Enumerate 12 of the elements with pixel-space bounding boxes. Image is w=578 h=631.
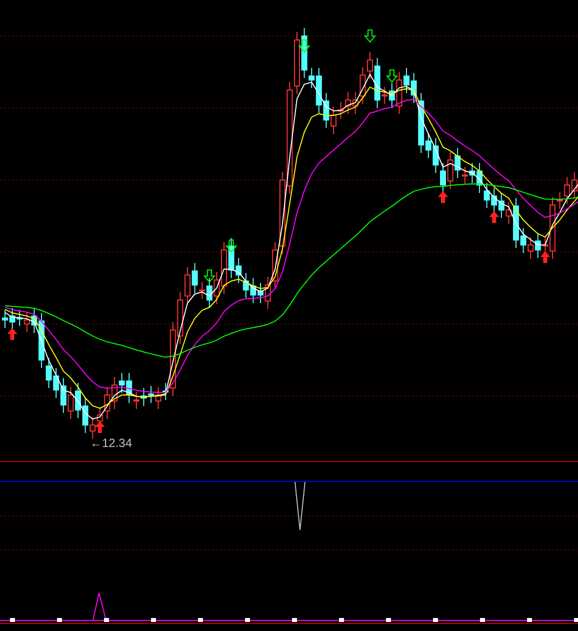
up-arrow-icon (540, 251, 550, 263)
down-arrow-icon (203, 270, 216, 283)
low-price-label: ←12.34 (90, 437, 132, 449)
up-arrow-icon (438, 191, 448, 203)
down-arrow-icon (225, 240, 238, 253)
up-arrow-icon (94, 421, 105, 433)
down-arrow-icon (386, 70, 398, 83)
up-arrow-icon (489, 211, 500, 223)
signal-spike-drawing (294, 482, 306, 530)
down-arrow-icon (298, 40, 310, 53)
up-arrow-icon (7, 328, 18, 340)
down-arrow-icon (364, 30, 376, 43)
